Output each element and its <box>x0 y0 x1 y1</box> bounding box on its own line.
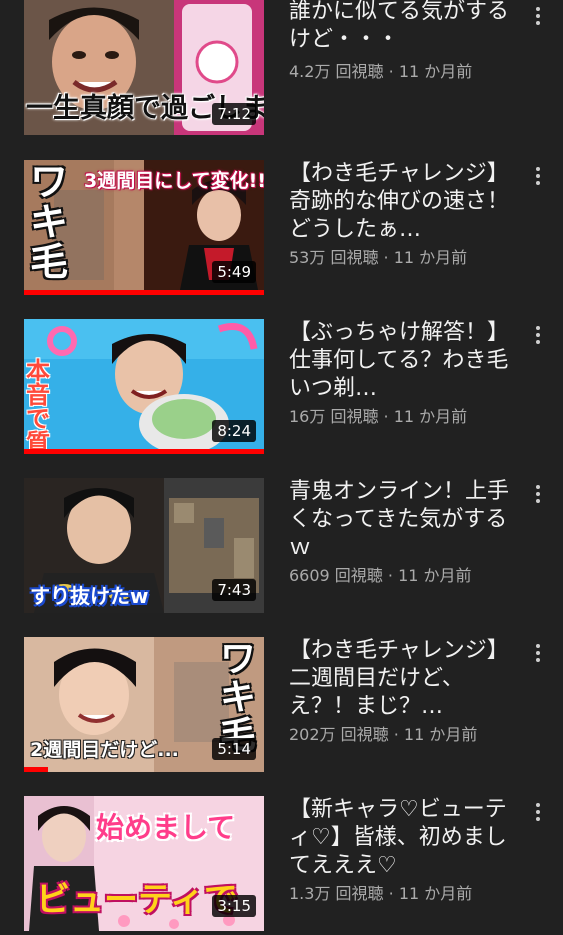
video-meta: 53万 回視聴 · 11 か月前 <box>289 248 529 268</box>
meta-separator: · <box>388 725 404 744</box>
meta-separator: · <box>378 248 394 267</box>
video-item[interactable]: 始めまして ビューティで 3:15 【新キャラ♡ビューティ♡】皆様、初めましてえ… <box>0 796 563 935</box>
video-thumbnail[interactable]: 始めまして ビューティで 3:15 <box>24 796 264 931</box>
duration-badge: 5:14 <box>212 738 256 760</box>
thumbnail-caption: すり抜けたw <box>30 584 149 608</box>
video-meta: 202万 回視聴 · 11 か月前 <box>289 725 529 745</box>
view-count: 53万 回視聴 <box>289 248 379 267</box>
watch-progress-bar <box>24 290 264 295</box>
video-item[interactable]: 3週間目にして変化!!! ワキ毛 5:49 【わき毛チャレンジ】奇跡的な伸びの速… <box>0 160 563 300</box>
watch-progress-bar <box>24 449 264 454</box>
video-item[interactable]: 本音で質問回答 8:24 【ぶっちゃけ解答！】仕事何してる？わき毛いつ剃… 16… <box>0 319 563 459</box>
thumbnail-caption: 本音で質問回答 <box>26 357 50 454</box>
duration-badge: 3:15 <box>212 895 256 917</box>
video-list: 一生真顔で過ごします 7:12 誰かに似てる気がするけど・・・ 4.2万 回視聴… <box>0 0 563 935</box>
more-options-button[interactable] <box>526 639 550 667</box>
video-title[interactable]: 誰かに似てる気がするけど・・・ <box>289 0 519 54</box>
duration-badge: 5:49 <box>212 261 256 283</box>
view-count: 16万 回視聴 <box>289 407 379 426</box>
more-options-button[interactable] <box>526 162 550 190</box>
thumbnail-caption: 3週間目にして変化!!! <box>84 170 264 192</box>
video-meta: 4.2万 回視聴 · 11 か月前 <box>289 62 529 82</box>
thumbnail-big-text: ビューティで <box>36 880 238 920</box>
video-item[interactable]: 2週間目だけど... ワキ毛 5:14 【わき毛チャレンジ】二週間目だけど、え？… <box>0 637 563 777</box>
more-options-button[interactable] <box>526 321 550 349</box>
meta-separator: · <box>378 407 394 426</box>
video-thumbnail[interactable]: 一生真顔で過ごします 7:12 <box>24 0 264 135</box>
video-meta: 6609 回視聴 · 11 か月前 <box>289 566 529 586</box>
video-title[interactable]: 【わき毛チャレンジ】二週間目だけど、え？！まじ？… <box>289 637 519 721</box>
video-item[interactable]: 一生真顔で過ごします 7:12 誰かに似てる気がするけど・・・ 4.2万 回視聴… <box>0 0 563 140</box>
duration-badge: 7:12 <box>212 103 256 125</box>
video-thumbnail[interactable]: 本音で質問回答 8:24 <box>24 319 264 454</box>
meta-separator: · <box>382 566 399 585</box>
view-count: 202万 回視聴 <box>289 725 389 744</box>
video-meta: 16万 回視聴 · 11 か月前 <box>289 407 529 427</box>
thumbnail-caption: 2週間目だけど... <box>30 739 179 761</box>
upload-age: 11 か月前 <box>398 566 472 585</box>
video-title[interactable]: 【わき毛チャレンジ】奇跡的な伸びの速さ！どうしたぁ… <box>289 160 519 244</box>
more-options-button[interactable] <box>526 480 550 508</box>
duration-badge: 8:24 <box>212 420 256 442</box>
upload-age: 11 か月前 <box>398 884 473 903</box>
thumbnail-caption: 始めまして <box>96 811 236 844</box>
meta-separator: · <box>383 62 399 81</box>
view-count: 6609 回視聴 <box>289 566 383 585</box>
upload-age: 11 か月前 <box>398 62 473 81</box>
video-title[interactable]: 【新キャラ♡ビューティ♡】皆様、初めましてえええ♡ <box>289 796 519 880</box>
upload-age: 11 か月前 <box>393 248 468 267</box>
video-thumbnail[interactable]: 2週間目だけど... ワキ毛 5:14 <box>24 637 264 772</box>
video-thumbnail[interactable]: すり抜けたw 7:43 <box>24 478 264 613</box>
video-thumbnail[interactable]: 3週間目にして変化!!! ワキ毛 5:49 <box>24 160 264 295</box>
duration-badge: 7:43 <box>212 579 256 601</box>
video-meta: 1.3万 回視聴 · 11 か月前 <box>289 884 529 904</box>
upload-age: 11 か月前 <box>393 407 468 426</box>
video-item[interactable]: すり抜けたw 7:43 青鬼オンライン！上手くなってきた気がするｗ 6609 回… <box>0 478 563 618</box>
view-count: 1.3万 回視聴 <box>289 884 384 903</box>
view-count: 4.2万 回視聴 <box>289 62 384 81</box>
more-options-button[interactable] <box>526 798 550 826</box>
video-title[interactable]: 【ぶっちゃけ解答！】仕事何してる？わき毛いつ剃… <box>289 319 519 403</box>
watch-progress-bar <box>24 767 48 772</box>
meta-separator: · <box>383 884 399 903</box>
video-title[interactable]: 青鬼オンライン！上手くなってきた気がするｗ <box>289 478 519 562</box>
more-options-button[interactable] <box>526 2 550 30</box>
upload-age: 11 か月前 <box>403 725 478 744</box>
thumbnail-big-text: ワキ毛 <box>30 160 69 284</box>
